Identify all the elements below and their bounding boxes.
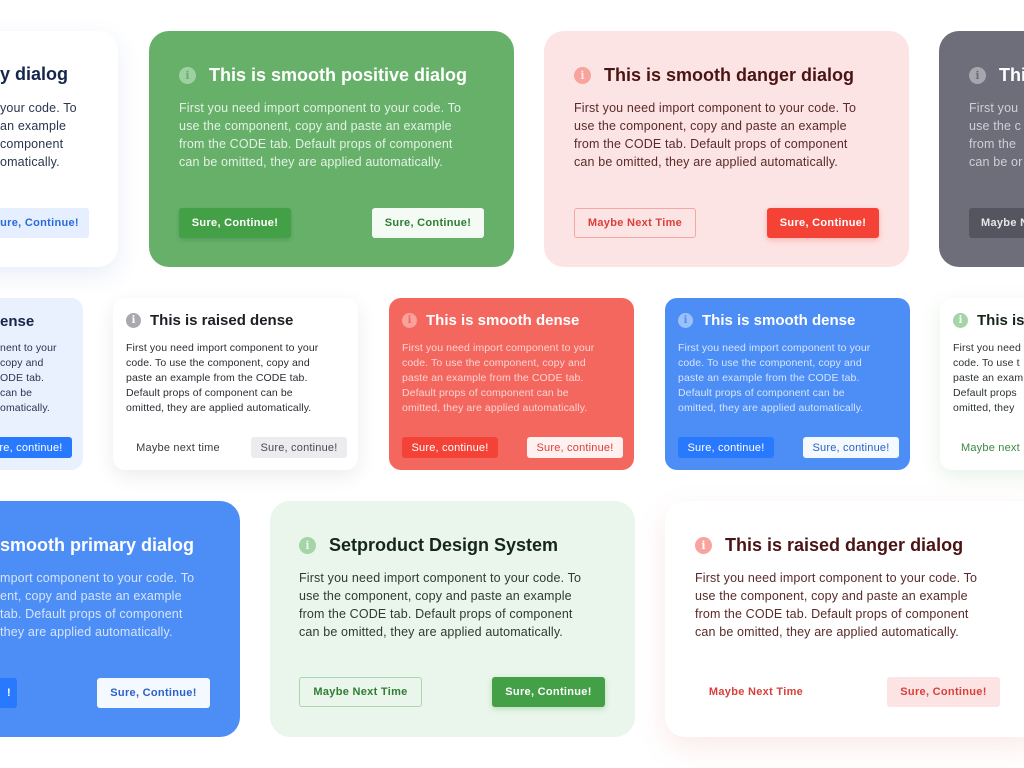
continue-button[interactable]: Sure, continue! — [251, 437, 347, 458]
dialog-raised-danger: i This is raised danger dialog First you… — [665, 501, 1024, 737]
dialog-body: First you need import component to your c… — [126, 342, 319, 414]
info-icon: i — [695, 537, 712, 554]
dialog-body: First you need import component to your … — [179, 101, 462, 169]
dialog-body: First you need import component to your … — [299, 571, 582, 639]
dialog-title: smooth primary dialog — [0, 535, 195, 555]
dialog-smooth-primary: smooth primary dialog mport component to… — [0, 501, 240, 737]
continue-button-secondary[interactable]: Sure, continue! — [678, 437, 774, 458]
dialog-title: i This is raised dense — [126, 312, 293, 329]
dialog-title: i Setproduct Design System — [299, 535, 558, 556]
dialog-title: y dialog — [0, 64, 69, 84]
dialog-body: First you need import component to your … — [695, 571, 978, 639]
dialog-smooth-positive: i This is smooth positive dialog First y… — [149, 31, 514, 267]
dialog-smooth-dense-primary: i This is smooth dense First you need im… — [665, 298, 910, 470]
continue-button[interactable]: Sure, Continue! — [492, 677, 605, 707]
dialog-title: i This is smooth danger dialog — [574, 65, 854, 86]
dialog-body: mport component to your code. To ent, cop… — [0, 571, 195, 639]
dialog-title: i Thi — [969, 65, 1024, 86]
maybe-next-time-button[interactable]: Maybe Next Time — [574, 208, 696, 238]
dialog-title: ense — [0, 313, 35, 330]
maybe-next-time-button[interactable]: Maybe N — [969, 208, 1024, 238]
continue-button[interactable]: Sure, continue! — [803, 437, 899, 458]
dialog-body: First you need code. To use t paste an exa… — [953, 342, 1024, 414]
dialog-title: i This is smooth dense — [678, 312, 855, 329]
continue-button[interactable]: ure, Continue! — [0, 208, 89, 238]
dialog-smooth-primary-dense: ense nent to your copy and ODE tab. can be o… — [0, 298, 83, 470]
dialog-raised-dense-positive: i This is First you need code. To use t pa… — [940, 298, 1024, 470]
dialog-body: First you need import component to your c… — [402, 342, 595, 414]
continue-button-secondary[interactable]: Sure, Continue! — [179, 208, 291, 238]
dialog-smooth-danger: i This is smooth danger dialog First you… — [544, 31, 909, 267]
dialog-title: i This is smooth positive dialog — [179, 65, 467, 86]
continue-button[interactable]: re, continue! — [0, 437, 72, 458]
continue-button[interactable]: Sure, Continue! — [372, 208, 484, 238]
maybe-next-time-button[interactable]: Maybe Next Time — [299, 677, 422, 707]
continue-button-secondary[interactable]: Sure, continue! — [402, 437, 498, 458]
info-icon: i — [953, 313, 968, 328]
continue-button[interactable]: Sure, continue! — [527, 437, 623, 458]
dialog-body: nent to your copy and ODE tab. can be omatic… — [0, 342, 57, 414]
continue-button[interactable]: Sure, Continue! — [767, 208, 879, 238]
dialog-body: your code. To an example component omati… — [0, 101, 77, 169]
dialog-raised-primary: y dialog your code. To an example compon… — [0, 31, 118, 267]
info-icon: i — [126, 313, 141, 328]
dialog-body: First you use the c from the can be or — [969, 101, 1023, 169]
maybe-next-time-button[interactable]: Maybe next — [953, 437, 1024, 458]
info-icon: i — [678, 313, 693, 328]
dialog-body: First you need import component to your … — [574, 101, 857, 169]
continue-button-secondary[interactable]: ! — [0, 678, 17, 708]
dialog-title: i This is — [953, 312, 1024, 329]
continue-button[interactable]: Sure, Continue! — [97, 678, 210, 708]
info-icon: i — [574, 67, 591, 84]
info-icon: i — [402, 313, 417, 328]
info-icon: i — [969, 67, 986, 84]
info-icon: i — [179, 67, 196, 84]
continue-button[interactable]: Sure, Continue! — [887, 677, 1000, 707]
maybe-next-time-button[interactable]: Maybe Next Time — [695, 677, 817, 707]
maybe-next-time-button[interactable]: Maybe next time — [126, 437, 230, 458]
dialog-title: i This is raised danger dialog — [695, 535, 963, 556]
dialog-smooth-dense-danger: i This is smooth dense First you need im… — [389, 298, 634, 470]
dialog-title: i This is smooth dense — [402, 312, 579, 329]
dialog-body: First you need import component to your c… — [678, 342, 871, 414]
info-icon: i — [299, 537, 316, 554]
dialog-raised-dense: i This is raised dense First you need im… — [113, 298, 358, 470]
dialog-smooth-neutral: i Thi First you use the c from the can be o… — [939, 31, 1024, 267]
dialog-setproduct: i Setproduct Design System First you nee… — [270, 501, 635, 737]
